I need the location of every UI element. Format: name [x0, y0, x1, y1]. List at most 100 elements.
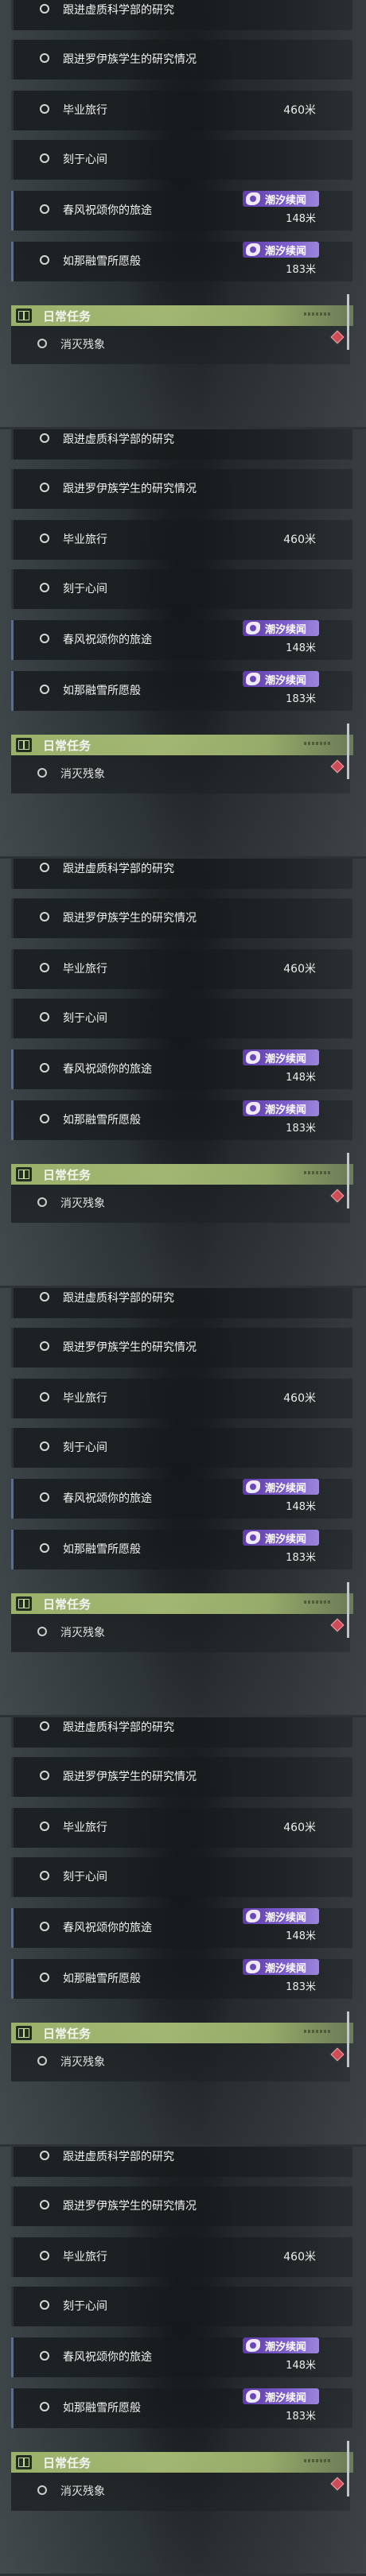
daily-tasks-header[interactable]: 日常任务 — [11, 305, 353, 326]
quest-row[interactable]: 跟进虚质科学部的研究 — [11, 1717, 352, 1748]
quest-row[interactable]: 跟进罗伊族学生的研究情况 — [11, 1757, 352, 1797]
radio-circle-icon[interactable] — [40, 104, 49, 114]
quest-row[interactable]: 毕业旅行 460米 — [11, 949, 352, 989]
radio-circle-icon[interactable] — [40, 153, 49, 163]
quest-row[interactable]: 如那融雪所愿般 潮汐续闻 183米 — [11, 1100, 352, 1140]
daily-tasks-header[interactable]: 日常任务 — [11, 1164, 353, 1185]
quest-row[interactable]: 如那融雪所愿般 潮汐续闻 183米 — [11, 671, 352, 711]
radio-circle-icon[interactable] — [40, 583, 49, 592]
radio-circle-icon[interactable] — [40, 1063, 49, 1073]
quest-row[interactable]: 刻于心间 — [11, 999, 352, 1038]
radio-circle-icon[interactable] — [40, 1871, 49, 1880]
radio-circle-icon[interactable] — [40, 533, 49, 543]
quest-row[interactable]: 毕业旅行 460米 — [11, 1808, 352, 1848]
radio-circle-icon[interactable] — [40, 1292, 49, 1302]
quest-row[interactable]: 跟进罗伊族学生的研究情况 — [11, 40, 352, 80]
daily-quest-row[interactable]: 消灭残象 — [11, 755, 350, 793]
quest-row[interactable]: 刻于心间 — [11, 140, 352, 180]
quest-row[interactable]: 跟进虚质科学部的研究 — [11, 1288, 352, 1318]
radio-circle-icon[interactable] — [37, 339, 47, 348]
daily-quest-row[interactable]: 消灭残象 — [11, 1185, 350, 1223]
radio-circle-icon[interactable] — [40, 204, 49, 214]
quest-row[interactable]: 毕业旅行 460米 — [11, 520, 352, 560]
radio-circle-icon[interactable] — [40, 433, 49, 443]
radio-circle-icon[interactable] — [40, 1922, 49, 1931]
radio-circle-icon[interactable] — [40, 255, 49, 265]
quest-title: 春风祝颂你的旅途 — [63, 1063, 152, 1076]
header-decoration — [304, 742, 331, 745]
quest-row[interactable]: 刻于心间 — [11, 2287, 352, 2326]
radio-circle-icon[interactable] — [40, 53, 49, 63]
daily-quest-row[interactable]: 消灭残象 — [11, 2043, 350, 2081]
quest-row[interactable]: 如那融雪所愿般 潮汐续闻 183米 — [11, 1959, 352, 1999]
quest-row[interactable]: 毕业旅行 460米 — [11, 1379, 352, 1418]
quest-row[interactable]: 跟进罗伊族学生的研究情况 — [11, 2186, 352, 2226]
radio-circle-icon[interactable] — [40, 2351, 49, 2361]
daily-tasks-header[interactable]: 日常任务 — [11, 2023, 353, 2043]
quest-row[interactable]: 跟进罗伊族学生的研究情况 — [11, 898, 352, 938]
quest-row[interactable]: 春风祝颂你的旅途 潮汐续闻 148米 — [11, 620, 352, 660]
quest-row[interactable]: 如那融雪所愿般 潮汐续闻 183米 — [11, 2388, 352, 2428]
scrollbar-thumb[interactable] — [347, 1153, 349, 1208]
quest-row[interactable]: 跟进罗伊族学生的研究情况 — [11, 469, 352, 509]
quest-row[interactable]: 春风祝颂你的旅途 潮汐续闻 148米 — [11, 1479, 352, 1519]
quest-row[interactable]: 毕业旅行 460米 — [11, 91, 352, 130]
scrollbar-thumb[interactable] — [347, 724, 349, 779]
quest-row[interactable]: 春风祝颂你的旅途 潮汐续闻 148米 — [11, 1049, 352, 1089]
scrollbar-thumb[interactable] — [347, 294, 349, 350]
quest-title: 刻于心间 — [63, 1871, 107, 1884]
daily-tasks-header[interactable]: 日常任务 — [11, 2452, 353, 2473]
daily-tasks-header[interactable]: 日常任务 — [11, 735, 353, 755]
quest-row[interactable]: 春风祝颂你的旅途 潮汐续闻 148米 — [11, 1908, 352, 1948]
scrollbar-thumb[interactable] — [347, 2441, 349, 2496]
radio-circle-icon[interactable] — [37, 1197, 47, 1207]
radio-circle-icon[interactable] — [40, 1492, 49, 1502]
daily-tasks-header[interactable]: 日常任务 — [11, 1593, 353, 1614]
radio-circle-icon[interactable] — [40, 685, 49, 694]
quest-row[interactable]: 跟进罗伊族学生的研究情况 — [11, 1328, 352, 1368]
radio-circle-icon[interactable] — [40, 912, 49, 921]
quest-title: 毕业旅行 — [63, 533, 107, 546]
quest-row[interactable]: 跟进虚质科学部的研究 — [11, 2147, 352, 2177]
radio-circle-icon[interactable] — [37, 2056, 47, 2066]
radio-circle-icon[interactable] — [40, 1821, 49, 1831]
radio-circle-icon[interactable] — [40, 1441, 49, 1451]
scrollbar-thumb[interactable] — [347, 2012, 349, 2067]
quest-row[interactable]: 跟进虚质科学部的研究 — [11, 429, 352, 460]
radio-circle-icon[interactable] — [40, 1771, 49, 1780]
quest-row[interactable]: 刻于心间 — [11, 1857, 352, 1897]
radio-circle-icon[interactable] — [40, 1721, 49, 1731]
quest-row[interactable]: 毕业旅行 460米 — [11, 2237, 352, 2277]
quest-row[interactable]: 跟进虚质科学部的研究 — [11, 0, 352, 30]
quest-row[interactable]: 如那融雪所愿般 潮汐续闻 183米 — [11, 242, 352, 281]
radio-circle-icon[interactable] — [40, 2251, 49, 2260]
quest-row[interactable]: 春风祝颂你的旅途 潮汐续闻 148米 — [11, 2337, 352, 2377]
radio-circle-icon[interactable] — [40, 2151, 49, 2160]
radio-circle-icon[interactable] — [40, 483, 49, 492]
radio-circle-icon[interactable] — [40, 2300, 49, 2310]
daily-quest-row[interactable]: 消灭残象 — [11, 1614, 350, 1652]
radio-circle-icon[interactable] — [40, 4, 49, 14]
radio-circle-icon[interactable] — [40, 1543, 49, 1553]
quest-row[interactable]: 刻于心间 — [11, 569, 352, 609]
quest-row[interactable]: 跟进虚质科学部的研究 — [11, 859, 352, 889]
radio-circle-icon[interactable] — [40, 1973, 49, 1982]
radio-circle-icon[interactable] — [40, 2402, 49, 2411]
radio-circle-icon[interactable] — [40, 863, 49, 872]
radio-circle-icon[interactable] — [40, 1012, 49, 1022]
quest-row[interactable]: 刻于心间 — [11, 1428, 352, 1468]
radio-circle-icon[interactable] — [37, 768, 47, 778]
radio-circle-icon[interactable] — [37, 1627, 47, 1636]
quest-row[interactable]: 春风祝颂你的旅途 潮汐续闻 148米 — [11, 191, 352, 231]
radio-circle-icon[interactable] — [40, 2200, 49, 2209]
radio-circle-icon[interactable] — [37, 2485, 47, 2495]
quest-row[interactable]: 如那融雪所愿般 潮汐续闻 183米 — [11, 1530, 352, 1569]
radio-circle-icon[interactable] — [40, 1114, 49, 1123]
scrollbar-thumb[interactable] — [347, 1582, 349, 1638]
daily-quest-row[interactable]: 消灭残象 — [11, 326, 350, 364]
radio-circle-icon[interactable] — [40, 1392, 49, 1402]
radio-circle-icon[interactable] — [40, 634, 49, 643]
daily-quest-row[interactable]: 消灭残象 — [11, 2473, 350, 2511]
radio-circle-icon[interactable] — [40, 1341, 49, 1351]
radio-circle-icon[interactable] — [40, 963, 49, 972]
